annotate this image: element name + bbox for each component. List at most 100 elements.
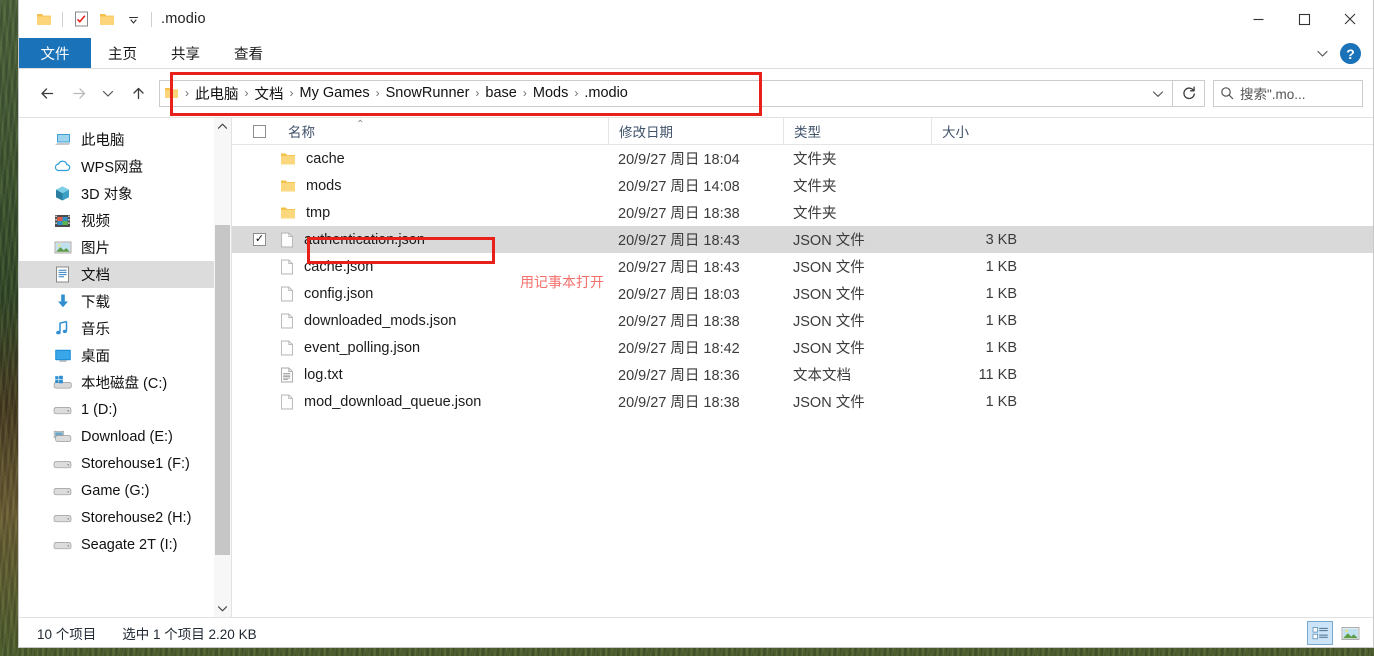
table-row[interactable]: mods 20/9/27 周日 14:08 文件夹 bbox=[232, 172, 1373, 199]
file-name-cell: cache.json bbox=[278, 259, 608, 275]
sidebar-item-drive-d[interactable]: 1 (D:) bbox=[19, 396, 231, 423]
file-name-label: event_polling.json bbox=[304, 339, 421, 356]
table-row[interactable]: downloaded_mods.json 20/9/27 周日 18:38 JS… bbox=[232, 307, 1373, 334]
sidebar-item-label: 此电脑 bbox=[81, 133, 125, 149]
scrollbar-thumb[interactable] bbox=[215, 225, 230, 555]
column-header-size[interactable]: 大小 bbox=[931, 117, 1033, 145]
file-name-label: mods bbox=[306, 177, 342, 194]
breadcrumb-item-4[interactable]: base bbox=[480, 85, 521, 101]
sidebar-item-local-disk-c[interactable]: 本地磁盘 (C:) bbox=[19, 369, 231, 396]
recent-locations-dropdown[interactable] bbox=[93, 78, 123, 108]
sidebar-item-desktop[interactable]: 桌面 bbox=[19, 342, 231, 369]
ribbon-tab-view[interactable]: 查看 bbox=[217, 38, 280, 68]
sidebar-item-drive-h[interactable]: Storehouse2 (H:) bbox=[19, 504, 231, 531]
breadcrumb-item-2[interactable]: My Games bbox=[295, 85, 375, 101]
chevron-down-icon[interactable] bbox=[1315, 47, 1330, 60]
refresh-button[interactable] bbox=[1173, 79, 1205, 107]
file-icon bbox=[280, 394, 294, 410]
table-row[interactable]: log.txt 20/9/27 周日 18:36 文本文档 11 KB bbox=[232, 361, 1373, 388]
file-date-cell: 20/9/27 周日 14:08 bbox=[618, 179, 740, 195]
breadcrumb-item-3[interactable]: SnowRunner bbox=[381, 85, 475, 101]
folder-icon bbox=[160, 86, 184, 100]
search-input[interactable]: 搜索".mo... bbox=[1213, 79, 1363, 107]
sidebar-item-downloads[interactable]: 下载 bbox=[19, 288, 231, 315]
picture-icon bbox=[53, 238, 72, 257]
drive-icon bbox=[53, 481, 72, 500]
row-checkbox[interactable]: ✓ bbox=[253, 233, 266, 246]
sidebar-item-documents[interactable]: 文档 bbox=[19, 261, 231, 288]
scroll-down-arrow-icon[interactable] bbox=[214, 600, 231, 617]
ribbon-tab-home[interactable]: 主页 bbox=[91, 38, 154, 68]
file-type-cell: JSON 文件 bbox=[793, 314, 865, 330]
column-header-name[interactable]: 名称 ⌃ bbox=[278, 118, 608, 145]
breadcrumb-item-0[interactable]: 此电脑 bbox=[190, 83, 244, 104]
sidebar-item-label: 音乐 bbox=[81, 322, 110, 338]
sidebar-item-videos[interactable]: 视频 bbox=[19, 207, 231, 234]
ribbon-tab-share[interactable]: 共享 bbox=[154, 38, 217, 68]
file-type-cell: JSON 文件 bbox=[793, 341, 865, 357]
file-size-cell: 3 KB bbox=[985, 231, 1017, 248]
document-icon bbox=[53, 265, 72, 284]
sidebar-item-music[interactable]: 音乐 bbox=[19, 315, 231, 342]
sidebar-item-drive-g[interactable]: Game (G:) bbox=[19, 477, 231, 504]
file-icon bbox=[280, 286, 294, 302]
table-row[interactable]: event_polling.json 20/9/27 周日 18:42 JSON… bbox=[232, 334, 1373, 361]
minimize-button[interactable] bbox=[1235, 0, 1281, 38]
large-icons-view-button[interactable] bbox=[1337, 621, 1363, 645]
sidebar-item-label: WPS网盘 bbox=[81, 160, 144, 176]
window-title: .modio bbox=[161, 11, 206, 27]
table-row[interactable]: tmp 20/9/27 周日 18:38 文件夹 bbox=[232, 199, 1373, 226]
breadcrumb-item-5[interactable]: Mods bbox=[528, 85, 573, 101]
new-folder-icon[interactable] bbox=[94, 6, 120, 32]
close-button[interactable] bbox=[1327, 0, 1373, 38]
drive-icon bbox=[53, 400, 72, 419]
file-name-label: log.txt bbox=[304, 366, 343, 383]
scrollbar-track[interactable] bbox=[214, 135, 231, 600]
help-icon[interactable]: ? bbox=[1340, 43, 1361, 64]
file-date-cell: 20/9/27 周日 18:36 bbox=[618, 368, 740, 384]
table-row[interactable]: mod_download_queue.json 20/9/27 周日 18:38… bbox=[232, 388, 1373, 415]
file-icon bbox=[280, 340, 294, 356]
table-row[interactable]: config.json 20/9/27 周日 18:03 JSON 文件 1 K… bbox=[232, 280, 1373, 307]
back-button[interactable] bbox=[33, 78, 63, 108]
file-icon bbox=[280, 313, 294, 329]
cloud-icon bbox=[53, 157, 72, 176]
file-date-cell: 20/9/27 周日 18:42 bbox=[618, 341, 740, 357]
file-name-cell: tmp bbox=[278, 205, 608, 221]
sidebar-item-pictures[interactable]: 图片 bbox=[19, 234, 231, 261]
navigation-pane-scrollbar[interactable] bbox=[214, 118, 231, 617]
details-view-button[interactable] bbox=[1307, 621, 1333, 645]
drive-icon bbox=[53, 427, 72, 446]
ribbon-tab-file[interactable]: 文件 bbox=[19, 38, 91, 68]
breadcrumb-bar[interactable]: › 此电脑 › 文档 › My Games › SnowRunner › bas… bbox=[159, 79, 1173, 107]
file-date-cell: 20/9/27 周日 18:03 bbox=[618, 287, 740, 303]
sidebar-item-drive-f[interactable]: Storehouse1 (F:) bbox=[19, 450, 231, 477]
up-button[interactable] bbox=[123, 78, 153, 108]
file-name-cell: cache bbox=[278, 151, 608, 167]
ribbon-tab-bar: 文件 主页 共享 查看 ? bbox=[19, 38, 1373, 69]
sidebar-item-drive-i[interactable]: Seagate 2T (I:) bbox=[19, 531, 231, 558]
folder-icon[interactable] bbox=[31, 6, 57, 32]
sidebar-item-this-pc[interactable]: 此电脑 bbox=[19, 126, 231, 153]
breadcrumb-item-1[interactable]: 文档 bbox=[250, 83, 289, 104]
properties-icon[interactable] bbox=[68, 6, 94, 32]
forward-button[interactable] bbox=[63, 78, 93, 108]
explorer-body: 此电脑 WPS网盘 3D 对象 视频 图片 文档 下载 音乐 桌面 本地磁盘 (… bbox=[19, 117, 1373, 617]
table-row[interactable]: ✓ authentication.json 20/9/27 周日 18:43 J… bbox=[232, 226, 1373, 253]
sidebar-item-3d-objects[interactable]: 3D 对象 bbox=[19, 180, 231, 207]
customize-qat-dropdown-icon[interactable] bbox=[120, 6, 146, 32]
table-row[interactable]: cache.json 20/9/27 周日 18:43 JSON 文件 1 KB bbox=[232, 253, 1373, 280]
table-row[interactable]: cache 20/9/27 周日 18:04 文件夹 bbox=[232, 145, 1373, 172]
sidebar-item-drive-e[interactable]: Download (E:) bbox=[19, 423, 231, 450]
column-header-date[interactable]: 修改日期 bbox=[608, 117, 783, 145]
maximize-button[interactable] bbox=[1281, 0, 1327, 38]
sidebar-item-label: 桌面 bbox=[81, 349, 110, 365]
sidebar-item-label: Download (E:) bbox=[81, 428, 173, 445]
column-header-type[interactable]: 类型 bbox=[783, 117, 931, 145]
scroll-up-arrow-icon[interactable] bbox=[214, 118, 231, 135]
breadcrumb-item-6[interactable]: .modio bbox=[579, 85, 633, 101]
select-all-checkbox[interactable] bbox=[253, 124, 266, 138]
address-dropdown-icon[interactable] bbox=[1144, 81, 1172, 106]
windows-drive-icon bbox=[53, 373, 72, 392]
sidebar-item-wps-cloud[interactable]: WPS网盘 bbox=[19, 153, 231, 180]
